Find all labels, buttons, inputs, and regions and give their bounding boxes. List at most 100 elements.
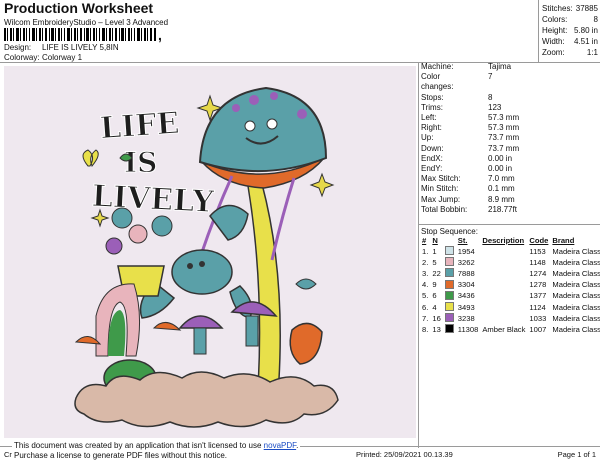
row-code: 1274 (529, 268, 547, 278)
stop-sequence-heading: Stop Sequence: (421, 227, 478, 236)
row-n: 1 (432, 246, 437, 256)
small-mushroom-cap (178, 315, 224, 329)
flower-icon (105, 237, 123, 255)
table-row: 3.22 7888 1274 Madeira Classic 40 (420, 268, 600, 279)
row-swatch (443, 257, 456, 268)
row-brand: Madeira Classic 40 (552, 291, 600, 301)
prop-min-stitch: Min Stitch: 0.1 mm (421, 184, 515, 194)
prop-total-bobbin: Total Bobbin: 218.77ft (421, 204, 517, 214)
row-index: 4. (422, 280, 429, 290)
embroidery-design-preview: LIFE IS LIVELY (74, 86, 339, 428)
row-stitches: 3262 (457, 257, 475, 267)
prop-color-changes: Color changes: 7 (421, 72, 493, 92)
row-brand: Madeira Classic 40 (552, 302, 600, 312)
character-eye (187, 263, 193, 269)
row-index: 6. (422, 302, 429, 312)
row-swatch (443, 279, 456, 291)
prop-up: Up: 73.7 mm (421, 133, 520, 143)
novapdf-link[interactable]: novaPDF (264, 441, 296, 450)
prop-trims: Trims: 123 (421, 102, 502, 112)
row-swatch (443, 268, 456, 279)
row-stitches: 11308 (457, 324, 479, 334)
column-divider (418, 62, 419, 448)
color-swatch (444, 246, 454, 255)
table-header-row: # N St. Description Code Brand (420, 236, 600, 246)
row-brand: Madeira Classic 40 (552, 280, 600, 290)
row-n: 13 (432, 324, 441, 334)
row-brand: Madeira Classic 40 (552, 313, 600, 323)
row-stitches: 3493 (457, 302, 475, 312)
license-notice: This document was created by an applicat… (12, 440, 300, 463)
colorway-value: Colorway 1 (42, 53, 83, 62)
col-code: Code (529, 236, 549, 245)
flower-icon (111, 207, 133, 229)
cap-spot (232, 104, 240, 112)
table-row: 4.9 3304 1278 Madeira Classic 40 (420, 279, 600, 291)
character-arm (209, 204, 249, 241)
small-mushroom-stem (245, 315, 259, 347)
row-description (480, 280, 527, 291)
cap-eye (266, 118, 278, 130)
row-stitches: 3436 (457, 291, 475, 301)
row-description: Amber Black (482, 324, 526, 334)
small-mushroom-stem (193, 327, 207, 355)
flower-icon (151, 215, 173, 237)
table-row: 2.5 3262 1148 Madeira Classic 40 (420, 257, 600, 268)
cloud-ground (74, 371, 339, 428)
row-code: 1153 (529, 246, 546, 256)
color-swatch (444, 257, 454, 267)
notice-line2: Purchase a license to generate PDF files… (14, 451, 227, 460)
stat-zoom: Zoom: 1:1 (542, 48, 598, 57)
row-swatch (443, 246, 456, 257)
small-mushroom-cap (289, 322, 323, 365)
row-brand: Madeira Classic 40 (552, 246, 600, 256)
design-stats: Stitches: 37885 Colors: 8 Height: 5.80 in W… (542, 3, 598, 58)
stat-height: Height: 5.80 in (542, 26, 598, 35)
flower-icon (128, 224, 148, 244)
cap-spot (270, 92, 278, 100)
color-swatch (444, 324, 454, 334)
row-code: 1007 (529, 324, 547, 334)
row-stitches: 1954 (457, 246, 475, 256)
design-text-line1: LIFE (99, 106, 181, 146)
table-row: 5.6 3436 1377 Madeira Classic 40 (420, 290, 600, 302)
color-swatch (444, 302, 454, 312)
row-description (480, 268, 527, 279)
page-number: Page 1 of 1 (557, 450, 596, 459)
row-n: 22 (432, 268, 441, 278)
prop-down: Down: 73.7 mm (421, 143, 520, 153)
row-brand: Madeira Classic 40 (552, 257, 600, 267)
col-n: N (432, 236, 438, 245)
prop-right: Right: 57.3 mm (421, 123, 520, 133)
prop-left: Left: 57.3 mm (421, 113, 520, 123)
stats-divider (538, 0, 539, 62)
row-description (480, 302, 527, 313)
app-subtitle: Wilcom EmbroideryStudio – Level 3 Advanc… (4, 18, 169, 27)
printed-timestamp: Printed: 25/09/2021 00.13.39 (356, 450, 453, 459)
design-row: Design: LIFE IS LIVELY 5,8IN (4, 43, 119, 52)
row-swatch (443, 313, 456, 324)
stat-stitches: Stitches: 37885 (542, 4, 598, 13)
row-code: 1377 (529, 291, 547, 301)
butterfly-icon (82, 149, 99, 167)
design-text-line2: IS (124, 146, 157, 179)
color-swatch (444, 268, 454, 278)
page-title: Production Worksheet (4, 0, 154, 16)
barcode-mark: , (158, 27, 162, 43)
notice-line1: This document was created by an applicat… (14, 441, 299, 450)
stat-width: Width: 4.51 in (542, 37, 598, 46)
barcode (4, 28, 156, 41)
row-n: 5 (432, 257, 437, 267)
row-code: 1033 (529, 313, 547, 323)
character-eye (199, 261, 205, 267)
design-value: LIFE IS LIVELY 5,8IN (42, 43, 119, 52)
machine-properties: Machine: Tajima Color changes: 7 Stops: 8 T… (421, 62, 599, 215)
prop-max-jump: Max Jump: 8.9 mm (421, 194, 515, 204)
row-brand: Madeira Classic 40 (552, 324, 600, 334)
row-swatch (443, 290, 456, 302)
col-description: Description (482, 236, 525, 245)
sparkle-icon (309, 172, 335, 198)
table-row: 1.1 1954 1153 Madeira Classic 40 (420, 246, 600, 257)
mushroom-cap (198, 86, 328, 173)
design-text-line3: LIVELY (91, 179, 215, 220)
